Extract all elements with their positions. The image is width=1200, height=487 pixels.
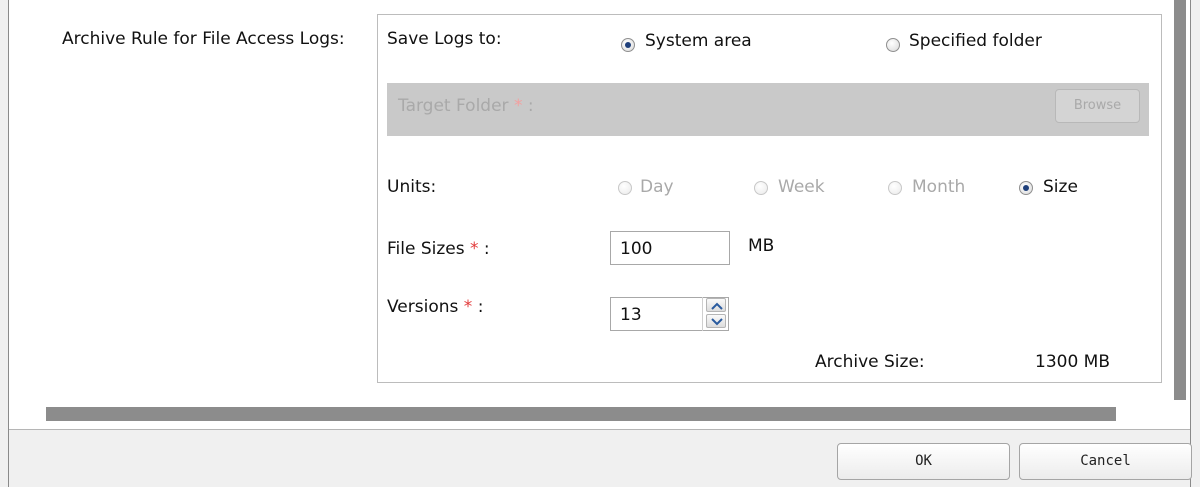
radio-unchecked-icon[interactable]	[754, 181, 768, 195]
file-sizes-label-text: File Sizes	[387, 239, 465, 259]
target-folder-label-text: Target Folder	[398, 96, 509, 116]
system-area-option[interactable]: System area	[645, 31, 752, 51]
versions-label-text: Versions	[387, 297, 459, 317]
radio-unchecked-icon[interactable]	[618, 181, 632, 195]
ok-button[interactable]: OK	[837, 443, 1010, 480]
browse-button[interactable]: Browse	[1055, 89, 1140, 123]
required-mark: *	[470, 239, 479, 259]
file-sizes-unit: MB	[748, 236, 775, 256]
file-sizes-label: File Sizes * :	[387, 239, 490, 259]
versions-spinner	[702, 297, 728, 331]
horizontal-scrollbar-thumb[interactable]	[46, 407, 1116, 421]
unit-size-option[interactable]: Size	[1043, 177, 1078, 197]
radio-unchecked-icon[interactable]	[886, 38, 900, 52]
vertical-scrollbar-thumb[interactable]	[1174, 0, 1186, 400]
unit-day-option[interactable]: Day	[640, 177, 674, 197]
save-logs-label: Save Logs to:	[387, 29, 502, 49]
dialog-border-right	[1190, 0, 1191, 487]
specified-folder-option[interactable]: Specified folder	[909, 31, 1042, 51]
radio-checked-icon[interactable]	[1019, 181, 1033, 195]
unit-month-option[interactable]: Month	[912, 177, 965, 197]
radio-unchecked-icon[interactable]	[888, 181, 902, 195]
file-sizes-suffix: :	[483, 239, 490, 259]
dialog: Archive Rule for File Access Logs: Save …	[0, 0, 1200, 487]
radio-checked-icon[interactable]	[621, 38, 635, 52]
target-folder-label: Target Folder * :	[398, 96, 534, 116]
target-folder-suffix: :	[527, 96, 534, 116]
archive-rule-panel	[377, 14, 1162, 383]
archive-size-label: Archive Size:	[815, 352, 925, 372]
spinner-down-button[interactable]	[706, 314, 726, 328]
required-mark: *	[463, 297, 473, 317]
spinner-up-icon	[711, 302, 723, 310]
required-mark: *	[513, 96, 523, 116]
archive-rule-label: Archive Rule for File Access Logs:	[62, 29, 345, 49]
file-sizes-input[interactable]: 100	[610, 231, 730, 265]
cancel-button[interactable]: Cancel	[1019, 443, 1192, 480]
spinner-down-icon	[711, 318, 723, 326]
units-label: Units:	[387, 177, 437, 197]
spinner-up-button[interactable]	[706, 298, 726, 312]
unit-week-option[interactable]: Week	[778, 177, 825, 197]
versions-suffix: :	[477, 297, 484, 317]
archive-size-value: 1300 MB	[1035, 352, 1110, 372]
versions-label: Versions * :	[387, 297, 483, 317]
